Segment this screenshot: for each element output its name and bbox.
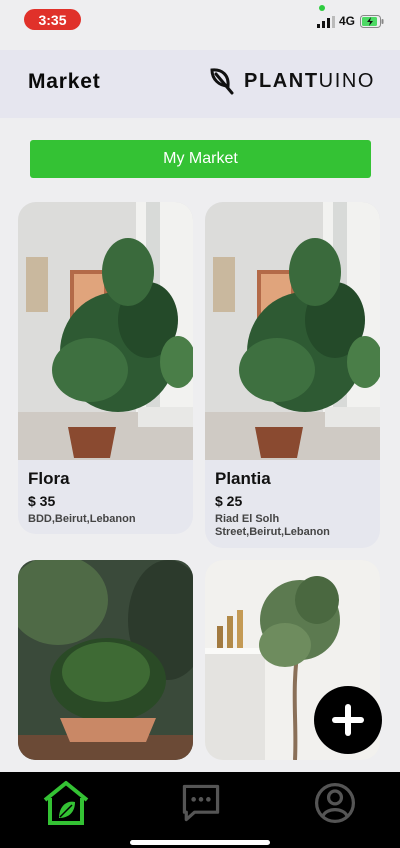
status-time: 3:35: [24, 9, 81, 30]
listing-info: Flora $ 35 BDD,Beirut,Lebanon: [28, 469, 178, 526]
battery-charging-icon: [360, 15, 384, 28]
app-header: Market PLANTUINO: [0, 50, 400, 118]
plant-photo: [18, 560, 193, 760]
listing-name: Flora: [28, 469, 70, 488]
profile-icon: [314, 782, 356, 824]
signal-icon: [317, 16, 335, 28]
brand-logo: PLANTUINO: [208, 66, 375, 96]
home-icon: [43, 781, 89, 825]
brand-name: PLANTUINO: [244, 70, 375, 93]
plant-logo-icon: [210, 68, 234, 95]
listing-price: $ 25: [215, 493, 243, 509]
nav-messages[interactable]: [176, 778, 226, 828]
plus-icon: [332, 704, 364, 736]
bottom-navigation: [0, 772, 400, 848]
listing-location: Riad El Solh Street,Beirut,Lebanon: [215, 513, 330, 538]
listing-name: Plantia: [215, 469, 271, 488]
listing-card-flora[interactable]: Flora $ 35 BDD,Beirut,Lebanon: [18, 202, 193, 534]
listing-info: Plantia $ 25 Riad El Solh Street,Beirut,…: [215, 469, 365, 539]
page-title: Market: [28, 70, 101, 93]
recording-dot: [319, 5, 325, 11]
brand-name-light: UINO: [318, 69, 376, 92]
nav-profile[interactable]: [310, 778, 360, 828]
add-listing-button[interactable]: [314, 686, 382, 754]
nav-home[interactable]: [41, 778, 91, 828]
home-indicator[interactable]: [130, 840, 270, 845]
listing-location: BDD,Beirut,Lebanon: [28, 513, 136, 525]
listing-price: $ 35: [28, 493, 56, 509]
network-label: 4G: [339, 14, 356, 28]
chat-icon: [182, 784, 220, 822]
my-market-button[interactable]: My Market: [30, 140, 371, 178]
listing-card[interactable]: [18, 560, 193, 760]
listing-card-plantia[interactable]: Plantia $ 25 Riad El Solh Street,Beirut,…: [205, 202, 380, 548]
plant-photo: [205, 202, 380, 460]
brand-name-strong: PLANT: [244, 69, 319, 92]
plant-photo: [18, 202, 193, 460]
status-bar: 3:35 4G: [0, 0, 400, 46]
